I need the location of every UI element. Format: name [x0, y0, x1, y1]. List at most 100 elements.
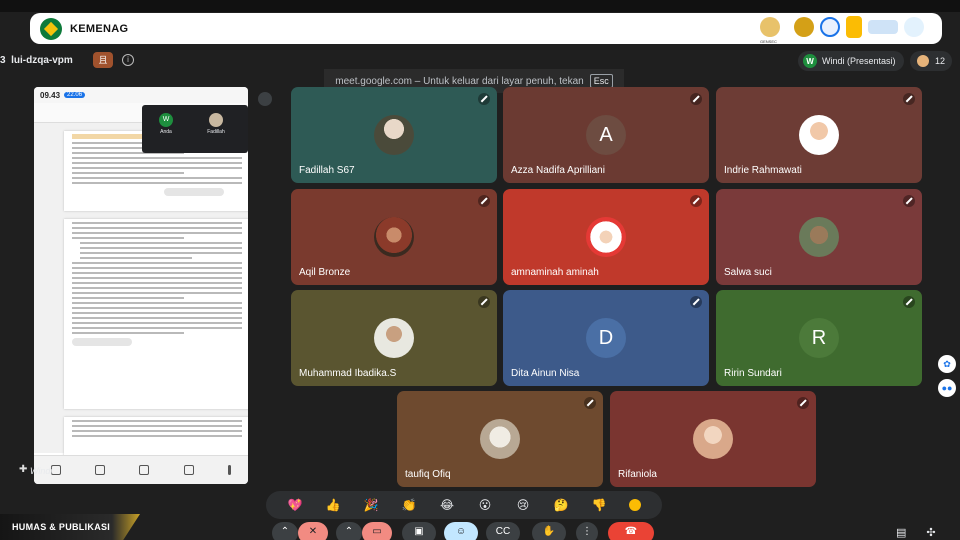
- partner-mark-icon: [846, 16, 862, 38]
- participant-name: Indrie Rahmawati: [724, 165, 802, 176]
- document-viewer[interactable]: [34, 123, 248, 457]
- shared-screen[interactable]: 09.43 22.06 W Anda Fadillah: [34, 87, 248, 484]
- more-icon[interactable]: [227, 465, 231, 475]
- raise-hand-button[interactable]: ✋: [532, 522, 566, 540]
- skin-tone-icon[interactable]: [629, 499, 641, 511]
- phone-nav-bar: [34, 455, 248, 484]
- kemenag-emblem-icon: [40, 17, 62, 40]
- reaction-party[interactable]: 🎉: [363, 497, 379, 513]
- reaction-clap[interactable]: 👏: [401, 497, 417, 513]
- participant-tile[interactable]: D Dita Ainun Nisa: [503, 290, 709, 386]
- reaction-heart[interactable]: 💖: [287, 497, 303, 513]
- humas-banner: HUMAS & PUBLIKASI: [0, 514, 140, 540]
- participant-name: Fadillah S67: [299, 165, 355, 176]
- participant-tile[interactable]: Indrie Rahmawati: [716, 87, 922, 183]
- reaction-thumbs-up[interactable]: 👍: [325, 497, 341, 513]
- activities-icon[interactable]: ✣: [926, 526, 935, 539]
- tabs-icon[interactable]: [183, 465, 194, 475]
- reaction-thinking[interactable]: 🤔: [553, 497, 569, 513]
- participant-tile[interactable]: Aqil Bronze: [291, 189, 497, 285]
- more-options-button[interactable]: ⋮: [576, 522, 598, 540]
- shared-screen-label: Windi: [30, 466, 53, 476]
- chat-icon[interactable]: ▤: [896, 526, 906, 539]
- presenter-avatar: W: [803, 54, 817, 68]
- reaction-thumbs-down[interactable]: 👎: [591, 497, 607, 513]
- mic-off-icon: [690, 93, 702, 105]
- participant-tile[interactable]: Salwa suci: [716, 189, 922, 285]
- gensec-emblem-icon: [760, 17, 780, 37]
- camera-options-button[interactable]: ⌃: [336, 522, 362, 540]
- mic-off-icon: [478, 296, 490, 308]
- reaction-surprised[interactable]: 😮: [477, 497, 493, 513]
- participant-tile[interactable]: Fadillah S67: [291, 87, 497, 183]
- leave-call-button[interactable]: ☎: [608, 522, 654, 540]
- gensec-logo: GENSEC: [760, 17, 780, 44]
- camera-toggle-button[interactable]: ▭: [362, 522, 392, 540]
- partner-logos: GENSEC: [760, 16, 924, 44]
- fadillah-thumb-avatar: [209, 113, 223, 127]
- partner-drop-icon: [904, 17, 924, 37]
- participant-name: amnaminah aminah: [511, 267, 599, 278]
- participant-tile[interactable]: amnaminah aminah: [503, 189, 709, 285]
- mic-off-icon: ✕: [308, 526, 318, 537]
- end-call-icon: ☎: [624, 526, 638, 537]
- document-page: [64, 219, 248, 409]
- partner-badge-icon: [794, 17, 814, 37]
- participant-tile[interactable]: R Ririn Sundari: [716, 290, 922, 386]
- presenter-label: Windi (Presentasi): [822, 56, 896, 66]
- chat-bubble-icon[interactable]: ●●: [938, 379, 956, 397]
- participant-tile[interactable]: Rifaniola: [610, 391, 816, 487]
- mic-off-icon: [903, 296, 915, 308]
- side-panel-icons: ✿ ●●: [938, 355, 956, 403]
- phone-status-bar: 09.43 22.06: [34, 87, 248, 103]
- participant-name: Azza Nadifa Aprilliani: [511, 165, 605, 176]
- participant-avatar: [374, 318, 414, 358]
- chevron-up-icon: ⌃: [344, 526, 354, 537]
- participant-name: taufiq Ofiq: [405, 469, 451, 480]
- org-title: KEMENAG: [70, 22, 129, 35]
- activities-icon[interactable]: ✿: [938, 355, 956, 373]
- pin-icon[interactable]: ✚: [19, 464, 27, 475]
- camera-off-icon: ▭: [372, 526, 382, 537]
- mic-toggle-button[interactable]: ✕: [298, 522, 328, 540]
- mic-off-icon: [478, 195, 490, 207]
- participant-avatar: [799, 115, 839, 155]
- participant-tile[interactable]: taufiq Ofiq: [397, 391, 603, 487]
- participant-name: Salwa suci: [724, 267, 772, 278]
- home-icon[interactable]: [95, 465, 106, 475]
- emoji-icon: ☺: [455, 526, 467, 537]
- participants-button[interactable]: 12: [910, 51, 952, 71]
- reaction-laugh[interactable]: 😂: [439, 497, 455, 513]
- participant-tile[interactable]: Muhammad Ibadika.S: [291, 290, 497, 386]
- reaction-sad[interactable]: 😢: [515, 497, 531, 513]
- call-controls: ⌃ ✕ ⌃ ▭ ▣ ☺ CC ✋ ⋮ ☎: [270, 520, 660, 540]
- mic-off-icon: [478, 93, 490, 105]
- present-button[interactable]: ▣: [402, 522, 436, 540]
- captions-button[interactable]: CC: [486, 522, 520, 540]
- reactions-button[interactable]: ☺: [444, 522, 478, 540]
- star-icon[interactable]: [139, 465, 150, 475]
- esc-key: Esc: [589, 74, 613, 88]
- participant-tile[interactable]: A Azza Nadifa Aprilliani: [503, 87, 709, 183]
- reaction-bar: 💖 👍 🎉 👏 😂 😮 😢 🤔 👎: [266, 491, 662, 519]
- participant-name: Rifaniola: [618, 469, 657, 480]
- info-icon[interactable]: i: [122, 54, 134, 66]
- host-controls-button[interactable]: 且: [93, 52, 113, 68]
- participant-initial: A: [586, 115, 626, 155]
- participant-avatar: [799, 217, 839, 257]
- participant-avatar: [586, 217, 626, 257]
- participant-initial: D: [586, 318, 626, 358]
- fullscreen-notice-text: meet.google.com – Untuk keluar dari laya…: [335, 75, 584, 87]
- presenter-pill[interactable]: W Windi (Presentasi): [798, 51, 904, 71]
- participant-name: Aqil Bronze: [299, 267, 351, 278]
- mic-options-button[interactable]: ⌃: [272, 522, 298, 540]
- participant-name: Dita Ainun Nisa: [511, 368, 580, 379]
- mic-off-icon: [903, 195, 915, 207]
- menu-icon[interactable]: [51, 465, 62, 475]
- top-strip: [0, 0, 960, 12]
- mic-off-icon: [690, 195, 702, 207]
- phone-time: 09.43: [40, 90, 61, 100]
- meeting-code-prefix: 3: [0, 55, 6, 66]
- participant-avatar: [693, 419, 733, 459]
- mic-off-icon: [258, 92, 272, 106]
